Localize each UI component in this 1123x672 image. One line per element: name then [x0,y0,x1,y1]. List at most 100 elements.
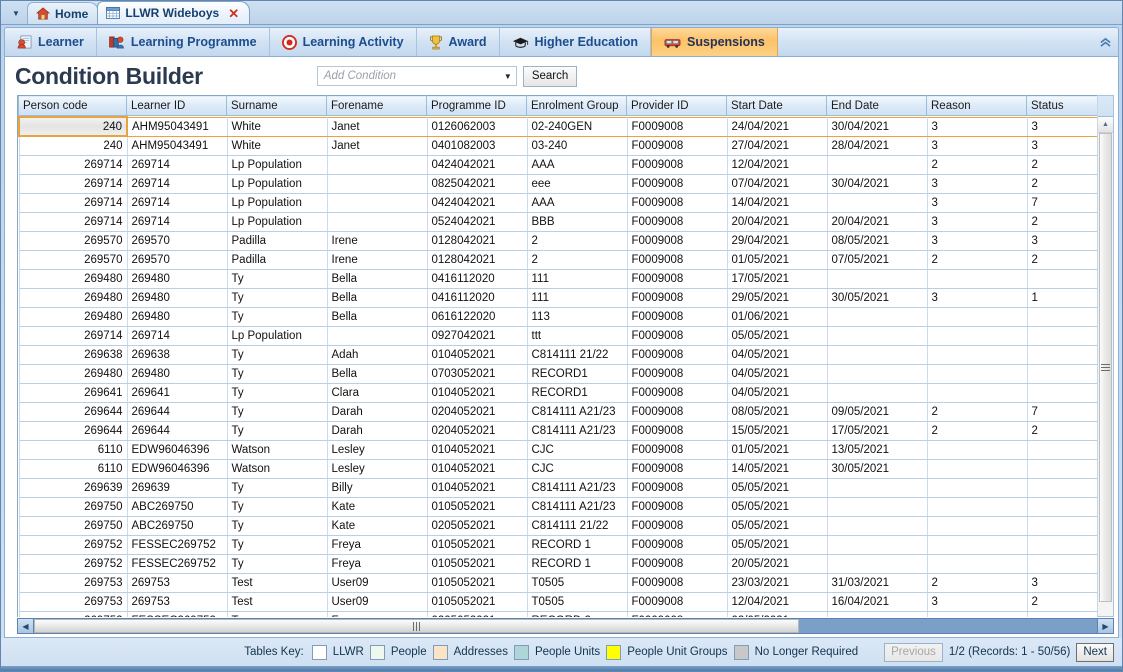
cell-surname[interactable]: Ty [227,345,327,364]
table-row[interactable]: 269638269638TyAdah0104052021C814111 21/2… [19,345,1097,364]
vertical-scrollbar[interactable]: ▲ [1097,95,1114,617]
cell-forename[interactable]: Janet [327,117,427,136]
cell-status[interactable]: 3 [1027,573,1097,592]
cell-reason[interactable]: 2 [927,402,1027,421]
cell-forename[interactable]: Bella [327,288,427,307]
cell-forename[interactable]: Lesley [327,440,427,459]
cell-reason[interactable] [927,440,1027,459]
vertical-scrollbar-thumb[interactable] [1099,133,1112,602]
table-row[interactable]: 240AHM95043491WhiteJanet040108200303-240… [19,136,1097,155]
search-button[interactable]: Search [523,66,577,87]
table-row[interactable]: 269714269714Lp Population0424042021AAAF0… [19,193,1097,212]
column-header-enrolment_group[interactable]: Enrolment Group [527,96,627,116]
cell-end_date[interactable] [827,345,927,364]
cell-provider_id[interactable]: F0009008 [627,478,727,497]
cell-learner_id[interactable]: 269644 [127,421,227,440]
previous-page-button[interactable]: Previous [884,643,943,662]
cell-programme_id[interactable]: 0104052021 [427,440,527,459]
cell-provider_id[interactable]: F0009008 [627,592,727,611]
cell-status[interactable]: 3 [1027,136,1097,155]
cell-start_date[interactable]: 24/04/2021 [727,117,827,136]
cell-reason[interactable]: 3 [927,136,1027,155]
cell-enrolment_group[interactable]: C814111 A21/23 [527,478,627,497]
cell-enrolment_group[interactable]: C814111 21/22 [527,345,627,364]
cell-start_date[interactable]: 14/05/2021 [727,459,827,478]
ribbon-tab-award[interactable]: Award [417,28,500,56]
cell-end_date[interactable]: 30/04/2021 [827,174,927,193]
cell-programme_id[interactable]: 0424042021 [427,193,527,212]
cell-start_date[interactable]: 05/05/2021 [727,516,827,535]
cell-forename[interactable]: Kate [327,516,427,535]
cell-surname[interactable]: Padilla [227,250,327,269]
cell-status[interactable] [1027,345,1097,364]
cell-provider_id[interactable]: F0009008 [627,402,727,421]
cell-start_date[interactable]: 14/04/2021 [727,193,827,212]
add-condition-combobox[interactable]: Add Condition ▼ [317,66,517,86]
triangle-up-icon[interactable]: ▲ [1098,117,1113,133]
column-header-reason[interactable]: Reason [927,96,1027,116]
cell-provider_id[interactable]: F0009008 [627,345,727,364]
cell-end_date[interactable]: 13/05/2021 [827,440,927,459]
cell-reason[interactable] [927,611,1027,617]
cell-enrolment_group[interactable]: CJC [527,459,627,478]
cell-end_date[interactable] [827,326,927,345]
cell-end_date[interactable]: 08/05/2021 [827,231,927,250]
cell-surname[interactable]: Ty [227,421,327,440]
cell-forename[interactable]: Lesley [327,459,427,478]
cell-status[interactable] [1027,307,1097,326]
cell-programme_id[interactable]: 0105052021 [427,535,527,554]
cell-start_date[interactable]: 02/05/2021 [727,611,827,617]
cell-forename[interactable] [327,193,427,212]
table-row[interactable]: 269752FESSEC269752TyFreya0105052021RECOR… [19,535,1097,554]
horizontal-scrollbar-thumb[interactable] [34,619,799,633]
cell-forename[interactable]: Freya [327,554,427,573]
cell-person_code[interactable]: 269714 [19,193,127,212]
cell-learner_id[interactable]: 269714 [127,174,227,193]
cell-status[interactable] [1027,326,1097,345]
cell-end_date[interactable] [827,364,927,383]
cell-surname[interactable]: Test [227,573,327,592]
cell-reason[interactable]: 3 [927,174,1027,193]
cell-reason[interactable] [927,269,1027,288]
cell-learner_id[interactable]: 269753 [127,592,227,611]
cell-surname[interactable]: Lp Population [227,174,327,193]
cell-enrolment_group[interactable]: AAA [527,155,627,174]
cell-programme_id[interactable]: 0105052021 [427,554,527,573]
cell-provider_id[interactable]: F0009008 [627,307,727,326]
cell-enrolment_group[interactable]: RECORD 1 [527,535,627,554]
cell-person_code[interactable]: 269752 [19,535,127,554]
cell-person_code[interactable]: 269570 [19,250,127,269]
cell-forename[interactable]: Kate [327,497,427,516]
cell-reason[interactable]: 2 [927,155,1027,174]
ribbon-tab-higher-education[interactable]: Higher Education [500,28,651,56]
cell-learner_id[interactable]: 269714 [127,212,227,231]
cell-reason[interactable] [927,307,1027,326]
cell-surname[interactable]: Lp Population [227,193,327,212]
cell-provider_id[interactable]: F0009008 [627,554,727,573]
cell-provider_id[interactable]: F0009008 [627,250,727,269]
table-row[interactable]: 269480269480TyBella0416112020111F0009008… [19,269,1097,288]
cell-enrolment_group[interactable]: BBB [527,212,627,231]
cell-enrolment_group[interactable]: eee [527,174,627,193]
cell-person_code[interactable]: 269639 [19,478,127,497]
cell-surname[interactable]: Test [227,592,327,611]
cell-surname[interactable]: Ty [227,535,327,554]
cell-programme_id[interactable]: 0126062003 [427,117,527,136]
cell-reason[interactable]: 3 [927,193,1027,212]
cell-programme_id[interactable]: 0205052021 [427,516,527,535]
cell-start_date[interactable]: 12/04/2021 [727,155,827,174]
cell-forename[interactable]: Bella [327,269,427,288]
cell-forename[interactable]: Bella [327,364,427,383]
cell-enrolment_group[interactable]: CJC [527,440,627,459]
table-row[interactable]: 269480269480TyBella0616122020113F0009008… [19,307,1097,326]
cell-start_date[interactable]: 04/05/2021 [727,345,827,364]
cell-surname[interactable]: Lp Population [227,212,327,231]
cell-forename[interactable] [327,174,427,193]
ribbon-tab-learner[interactable]: Learner [5,28,97,56]
cell-programme_id[interactable]: 0416112020 [427,269,527,288]
tab-list-dropdown-icon[interactable]: ▼ [5,3,27,23]
cell-enrolment_group[interactable]: RECORD 2 [527,611,627,617]
cell-provider_id[interactable]: F0009008 [627,497,727,516]
cell-enrolment_group[interactable]: C814111 A21/23 [527,421,627,440]
table-row[interactable]: 269753269753TestUser090105052021T0505F00… [19,573,1097,592]
